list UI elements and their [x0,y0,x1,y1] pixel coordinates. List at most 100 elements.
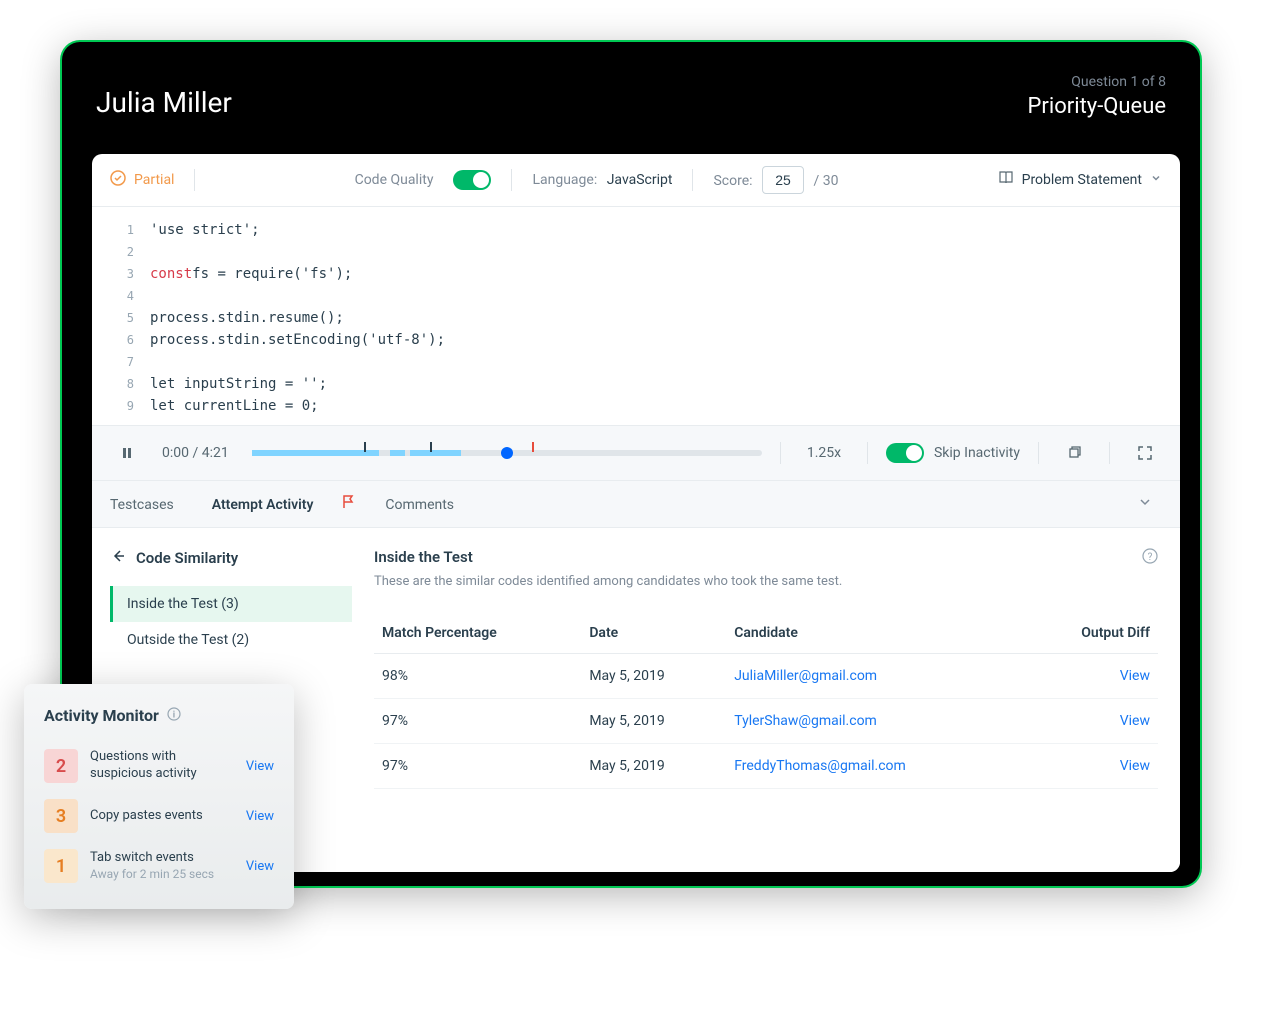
code-quality-toggle[interactable] [453,170,491,190]
activity-label: Questions with suspicious activity [90,749,234,783]
cell-date: May 5, 2019 [581,744,726,789]
divider [1038,442,1039,464]
playback-track[interactable] [252,450,762,456]
collapse-button[interactable] [1128,485,1162,523]
toolbar: Partial Code Quality Language: JavaScrip… [92,154,1180,207]
problem-statement-label: Problem Statement [1022,172,1142,188]
header: Julia Miller Question 1 of 8 Priority-Qu… [62,42,1200,147]
code-editor[interactable]: 1'use strict'; 2 3const fs = require('fs… [92,207,1180,425]
col-date: Date [581,613,726,654]
line-number: 1 [110,219,134,241]
info-icon[interactable]: i [167,706,181,725]
line-number: 7 [110,351,134,373]
view-diff-link[interactable]: View [1120,713,1150,729]
code-quality-label: Code Quality [355,172,434,188]
activity-view-link[interactable]: View [246,859,274,874]
activity-view-link[interactable]: View [246,809,274,824]
activity-count-badge: 1 [44,849,78,883]
code-text: fs = require('fs'); [192,263,352,285]
view-diff-link[interactable]: View [1120,668,1150,684]
table-row: 97% May 5, 2019 FreddyThomas@gmail.com V… [374,744,1158,789]
similarity-title: Code Similarity [136,549,238,567]
divider [780,442,781,464]
question-info: Question 1 of 8 Priority-Queue [1028,74,1166,119]
chevron-down-icon [1150,172,1162,188]
col-candidate: Candidate [726,613,1023,654]
playback-speed[interactable]: 1.25x [799,445,849,461]
language-label: Language: [532,172,597,188]
line-number: 9 [110,395,134,417]
skip-inactivity: Skip Inactivity [886,443,1020,463]
cell-date: May 5, 2019 [581,699,726,744]
section-title: Inside the Test [374,548,1158,566]
divider [867,442,868,464]
col-diff: Output Diff [1024,613,1158,654]
flag-icon [341,494,357,514]
table-row: 97% May 5, 2019 TylerShaw@gmail.com View [374,699,1158,744]
similarity-header[interactable]: Code Similarity [110,548,352,568]
score-label: Score: [713,173,752,189]
check-partial-icon [110,170,126,190]
section-description: These are the similar codes identified a… [374,574,1158,589]
code-text: process.stdin.resume(); [150,307,344,329]
line-number: 6 [110,329,134,351]
cell-date: May 5, 2019 [581,654,726,699]
problem-statement-button[interactable]: Problem Statement [998,170,1162,190]
status-text: Partial [134,172,174,188]
activity-view-link[interactable]: View [246,759,274,774]
svg-text:?: ? [1148,552,1153,563]
similarity-content: ? Inside the Test These are the similar … [352,528,1180,872]
question-title: Priority-Queue [1028,94,1166,119]
candidate-name: Julia Miller [96,86,232,119]
activity-sublabel: Away for 2 min 25 secs [90,867,234,883]
table-row: 98% May 5, 2019 JuliaMiller@gmail.com Vi… [374,654,1158,699]
candidate-link[interactable]: TylerShaw@gmail.com [734,713,877,729]
score-max: / 30 [814,173,839,189]
line-number: 2 [110,241,134,263]
candidate-link[interactable]: FreddyThomas@gmail.com [734,758,906,774]
help-icon[interactable]: ? [1142,548,1158,568]
view-diff-link[interactable]: View [1120,758,1150,774]
sidebar-item-inside-test[interactable]: Inside the Test (3) [110,586,352,622]
code-text: 'use strict'; [150,219,260,241]
tab-testcases[interactable]: Testcases [110,481,192,527]
code-text: let currentLine = 0; [150,395,319,417]
playback-thumb[interactable] [501,447,513,459]
similarity-table: Match Percentage Date Candidate Output D… [374,613,1158,789]
activity-label: Copy pastes events [90,808,234,825]
cell-match: 97% [374,699,581,744]
activity-item: 3 Copy pastes events View [44,791,274,841]
line-number: 4 [110,285,134,307]
fullscreen-button[interactable] [1128,436,1162,470]
language-value: JavaScript [607,172,673,188]
playback-bar: 0:00 / 4:21 1.25x Skip Inactivity [92,425,1180,481]
score-input[interactable] [762,166,804,194]
activity-label: Tab switch events [90,850,234,867]
candidate-link[interactable]: JuliaMiller@gmail.com [734,668,877,684]
playback-time: 0:00 / 4:21 [162,445,234,461]
divider [194,169,195,191]
skip-inactivity-toggle[interactable] [886,443,924,463]
divider [1109,442,1110,464]
copy-button[interactable] [1057,436,1091,470]
tab-comments[interactable]: Comments [385,481,472,527]
activity-count-badge: 3 [44,799,78,833]
code-text: process.stdin.setEncoding('utf-8'); [150,329,445,351]
cell-match: 98% [374,654,581,699]
divider [692,169,693,191]
code-text: let inputString = ''; [150,373,327,395]
activity-monitor-title: Activity Monitor i [44,706,274,725]
sidebar-item-outside-test[interactable]: Outside the Test (2) [110,622,352,658]
svg-text:i: i [173,711,175,721]
col-match: Match Percentage [374,613,581,654]
tab-attempt-activity[interactable]: Attempt Activity [212,481,332,527]
skip-inactivity-label: Skip Inactivity [934,445,1020,461]
arrow-left-icon [110,548,126,568]
activity-item: 2 Questions with suspicious activity Vie… [44,741,274,791]
divider [511,169,512,191]
activity-monitor-card: Activity Monitor i 2 Questions with susp… [24,684,294,909]
pause-button[interactable] [110,436,144,470]
line-number: 5 [110,307,134,329]
question-counter: Question 1 of 8 [1028,74,1166,90]
book-icon [998,170,1014,190]
